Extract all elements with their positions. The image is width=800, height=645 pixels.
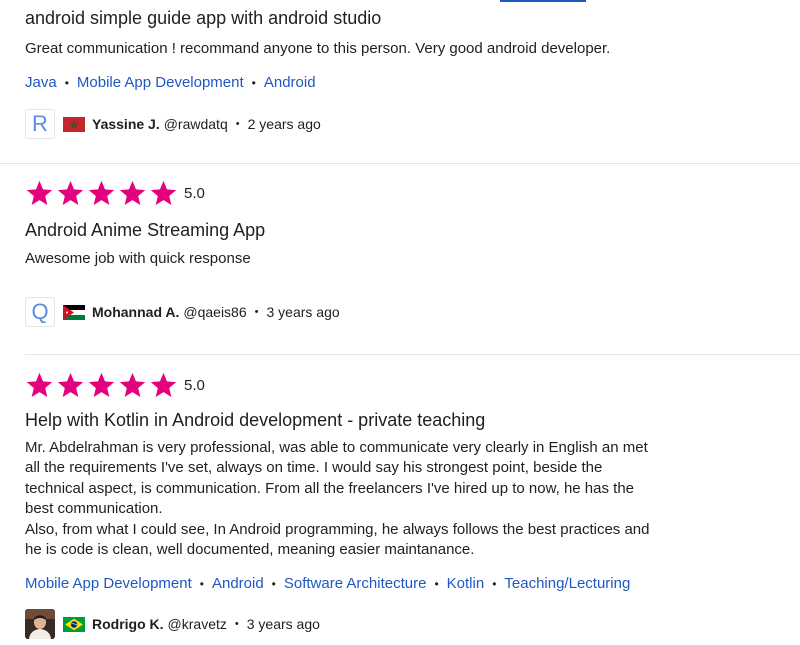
reviewer-info: Q Mohannad A. @qaeis86 • 3 years ago [25, 296, 800, 328]
star-icon [150, 372, 177, 397]
skill-tag[interactable]: Android [212, 574, 264, 594]
reviewer-handle: @qaeis86 [183, 304, 247, 321]
top-accent-bar [500, 0, 586, 2]
divider [25, 354, 800, 355]
star-icon [26, 180, 53, 205]
review-title[interactable]: Help with Kotlin in Android development … [25, 408, 800, 432]
jordan-flag-icon [63, 304, 85, 320]
skill-separator: • [199, 577, 204, 592]
skills-list: Java • Mobile App Development • Android [25, 73, 800, 93]
avatar[interactable] [25, 609, 55, 640]
star-icon [57, 372, 84, 397]
skill-separator: • [434, 577, 439, 592]
skill-tag[interactable]: Software Architecture [284, 574, 427, 594]
reviewer-info: R Yassine J. @rawdatq • 2 years ago [25, 108, 800, 140]
rating-value: 5.0 [184, 376, 205, 394]
reviews-page: android simple guide app with android st… [0, 0, 800, 645]
skill-tag[interactable]: Mobile App Development [77, 73, 244, 93]
reviewer-handle: @rawdatq [163, 116, 228, 133]
skill-tag[interactable]: Teaching/Lecturing [504, 574, 630, 594]
skill-separator: • [271, 577, 276, 592]
review-date: 3 years ago [246, 616, 320, 633]
skill-tag[interactable]: Kotlin [447, 574, 485, 594]
skill-separator: • [251, 76, 256, 91]
star-icon [26, 372, 53, 397]
skill-separator: • [64, 76, 69, 91]
reviewer-name[interactable]: Mohannad A. [92, 304, 179, 320]
star-icon [88, 180, 115, 205]
star-icon [119, 180, 146, 205]
star-rating [25, 179, 180, 208]
rating-row: 5.0 [25, 369, 800, 401]
avatar[interactable]: R [25, 109, 55, 140]
skill-separator: • [492, 577, 497, 592]
reviewer-handle: @kravetz [167, 616, 227, 633]
review-body: Awesome job with quick response [25, 250, 251, 267]
brazil-flag-icon [63, 616, 85, 632]
review-item-3: 5.0 Help with Kotlin in Android developm… [25, 369, 800, 640]
review-body: Great communication ! recommand anyone t… [25, 40, 611, 57]
review-title[interactable]: Android Anime Streaming App [25, 218, 800, 242]
star-icon [150, 180, 177, 205]
skills-list: Mobile App Development • Android • Softw… [25, 574, 800, 594]
review-date: 2 years ago [247, 116, 321, 133]
separator-dot: • [254, 306, 259, 319]
separator-dot: • [235, 118, 240, 131]
skill-tag[interactable]: Mobile App Development [25, 574, 192, 594]
reviewer-name[interactable]: Yassine J. [92, 116, 160, 132]
review-body: Mr. Abdelrahman is very professional, wa… [25, 439, 650, 559]
star-rating [25, 371, 180, 400]
review-title[interactable]: android simple guide app with android st… [25, 6, 800, 30]
skill-tag[interactable]: Java [25, 73, 57, 93]
morocco-flag-icon [63, 116, 85, 132]
star-icon [88, 372, 115, 397]
reviewer-name[interactable]: Rodrigo K. [92, 616, 164, 632]
skill-tag[interactable]: Android [264, 73, 316, 93]
review-item-1: android simple guide app with android st… [25, 6, 800, 140]
avatar[interactable]: Q [25, 297, 55, 328]
separator-dot: • [234, 618, 239, 631]
divider [0, 163, 800, 164]
star-icon [57, 180, 84, 205]
reviewer-photo-icon [25, 609, 55, 640]
rating-row: 5.0 [25, 177, 800, 209]
star-icon [119, 372, 146, 397]
reviewer-info: Rodrigo K. @kravetz • 3 years ago [25, 608, 800, 640]
review-date: 3 years ago [266, 304, 340, 321]
review-item-2: 5.0 Android Anime Streaming App Awesome … [25, 177, 800, 328]
rating-value: 5.0 [184, 184, 205, 202]
